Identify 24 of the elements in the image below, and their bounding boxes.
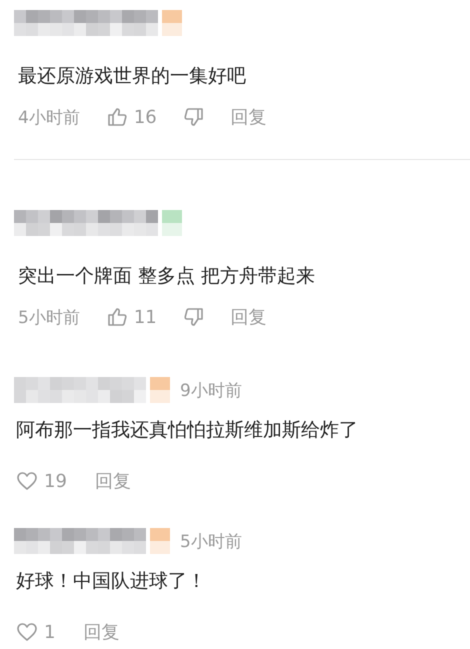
reply-button[interactable]: 回复 [83,620,120,644]
like-button[interactable]: 1 [16,621,56,643]
reply-button[interactable]: 回复 [230,105,267,129]
like-button[interactable]: 11 [106,306,157,328]
thumbs-down-icon [182,106,205,128]
comment-text: 突出一个牌面 整多点 把方舟带起来 [18,264,316,289]
dislike-button[interactable] [182,106,205,128]
timestamp: 4小时前 [18,106,80,128]
timestamp: 5小时前 [18,306,80,328]
comment-text: 好球！中国队进球了！ [16,569,207,594]
heart-icon [16,621,38,643]
thumbs-down-icon [182,306,205,328]
thumbs-up-icon [106,106,128,128]
timestamp: 9小时前 [180,380,242,402]
like-button[interactable]: 19 [16,470,67,492]
like-button[interactable]: 16 [106,106,157,128]
dislike-button[interactable] [182,306,205,328]
heart-icon [16,470,38,492]
timestamp: 5小时前 [180,530,242,552]
reply-button[interactable]: 回复 [94,469,131,493]
comment-text: 最还原游戏世界的一集好吧 [18,64,247,89]
reply-button[interactable]: 回复 [230,305,267,329]
comment-text: 阿布那一指我还真怕怕拉斯维加斯给炸了 [16,418,359,443]
thumbs-up-icon [106,306,128,328]
